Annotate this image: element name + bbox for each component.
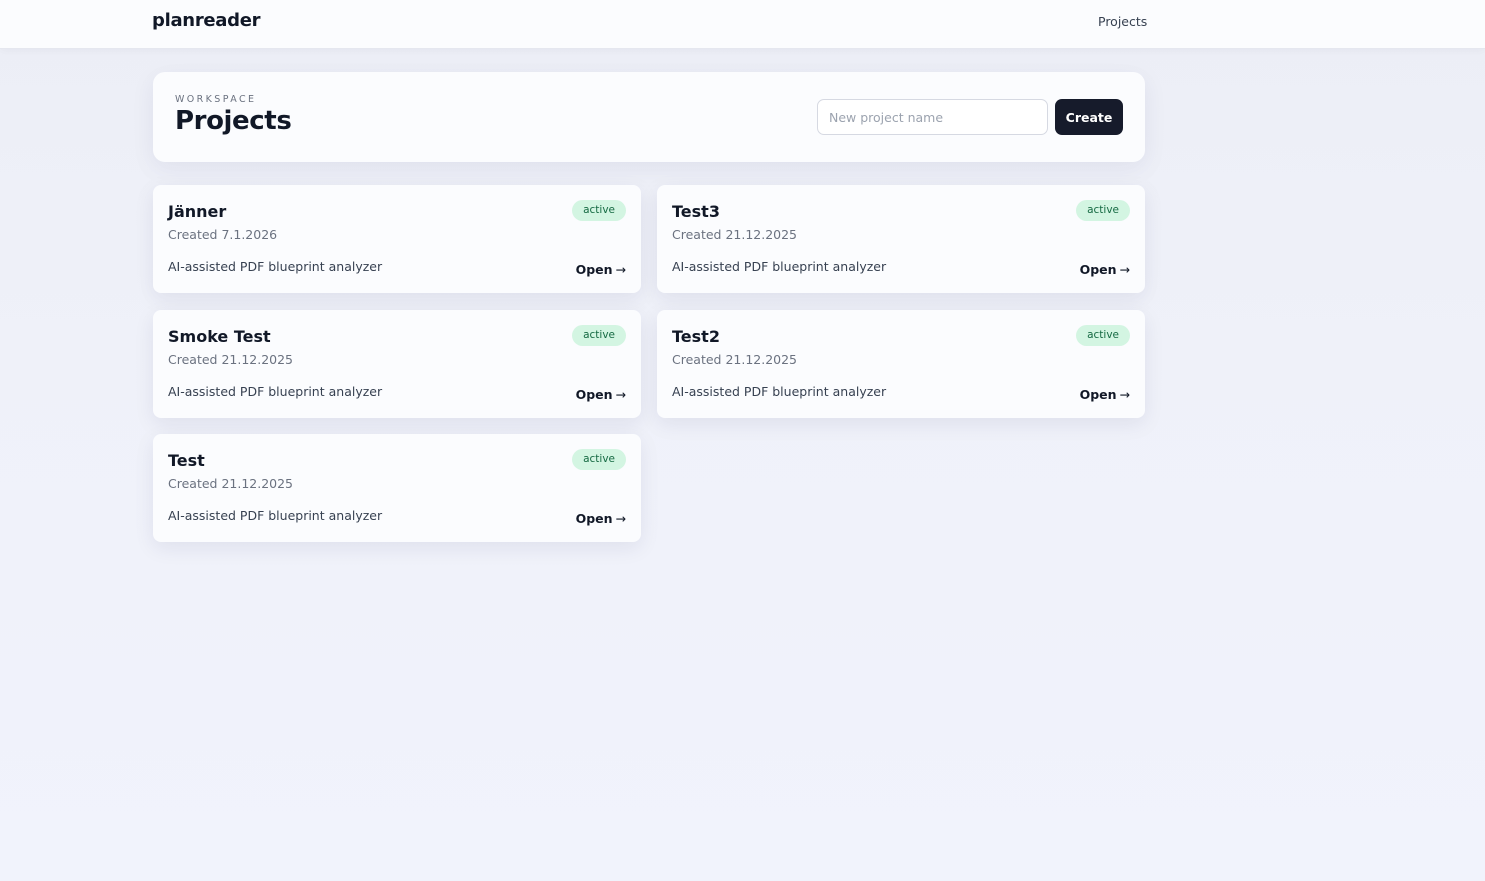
status-badge: active [572,449,626,470]
project-created-date: Created 21.12.2025 [672,227,798,242]
arrow-right-icon: → [615,511,626,526]
status-badge: active [572,325,626,346]
arrow-right-icon: → [615,262,626,277]
brand-logo[interactable]: planreader [152,10,261,31]
project-created-date: Created 21.12.2025 [168,352,294,367]
arrow-right-icon: → [615,387,626,402]
project-card-janner[interactable]: Jänner active Created 7.1.2026 AI-assist… [153,185,641,293]
status-badge: active [1076,200,1130,221]
open-project-link[interactable]: Open → [576,511,626,526]
project-name: Test3 [672,202,720,221]
open-project-link[interactable]: Open → [576,262,626,277]
top-navbar: planreader Projects [0,0,1485,49]
project-name: Jänner [168,202,227,221]
open-label: Open [575,262,613,277]
project-description: AI-assisted PDF blueprint analyzer [168,508,383,523]
nav-link-projects[interactable]: Projects [1098,14,1147,29]
projects-header-card: WORKSPACE Projects Create [153,72,1145,162]
project-description: AI-assisted PDF blueprint analyzer [168,384,383,399]
project-created-date: Created 21.12.2025 [672,352,798,367]
project-name: Test2 [672,327,720,346]
project-card-test2[interactable]: Test2 active Created 21.12.2025 AI-assis… [657,310,1145,418]
workspace-eyebrow: WORKSPACE [175,94,257,105]
project-card-test3[interactable]: Test3 active Created 21.12.2025 AI-assis… [657,185,1145,293]
open-label: Open [1079,387,1117,402]
open-label: Open [575,511,613,526]
open-project-link[interactable]: Open → [1080,262,1130,277]
project-description: AI-assisted PDF blueprint analyzer [672,259,887,274]
project-card-test[interactable]: Test active Created 21.12.2025 AI-assist… [153,434,641,542]
open-project-link[interactable]: Open → [576,387,626,402]
status-badge: active [572,200,626,221]
project-created-date: Created 21.12.2025 [168,476,294,491]
open-label: Open [575,387,613,402]
project-name: Test [168,451,205,470]
project-description: AI-assisted PDF blueprint analyzer [672,384,887,399]
project-card-smoke-test[interactable]: Smoke Test active Created 21.12.2025 AI-… [153,310,641,418]
arrow-right-icon: → [1119,387,1130,402]
arrow-right-icon: → [1119,262,1130,277]
project-created-date: Created 7.1.2026 [168,227,278,242]
page-title: Projects [175,106,292,136]
project-name: Smoke Test [168,327,271,346]
open-project-link[interactable]: Open → [1080,387,1130,402]
create-project-button[interactable]: Create [1055,99,1123,135]
new-project-name-input[interactable] [817,99,1048,135]
project-description: AI-assisted PDF blueprint analyzer [168,259,383,274]
status-badge: active [1076,325,1130,346]
open-label: Open [1079,262,1117,277]
